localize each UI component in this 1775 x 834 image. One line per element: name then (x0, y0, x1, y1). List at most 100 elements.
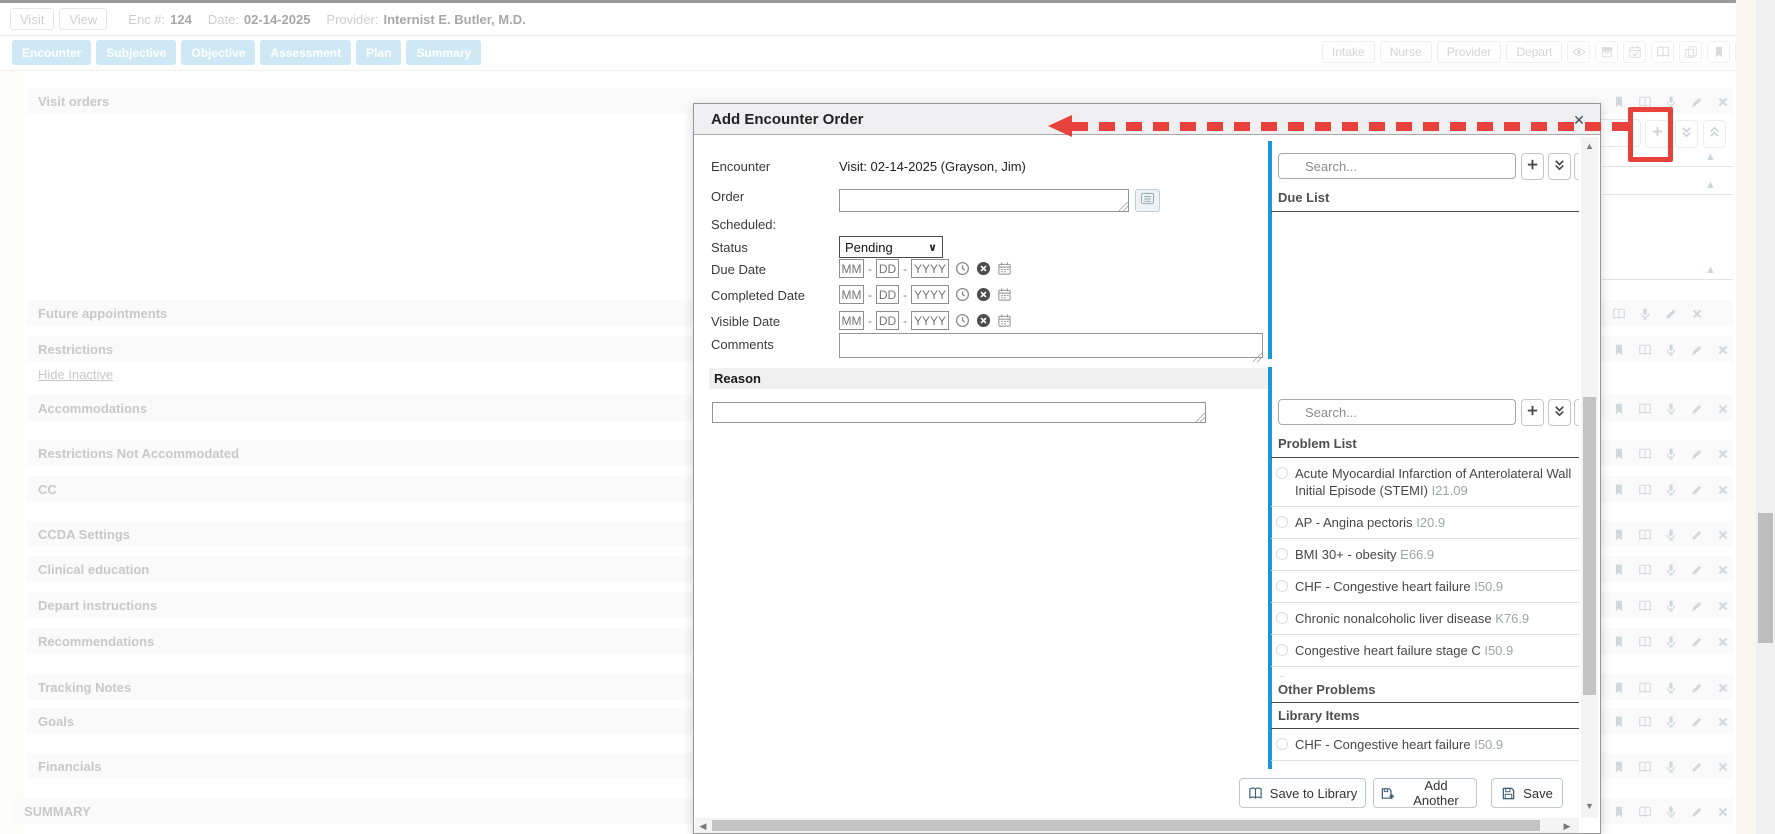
close-icon[interactable] (1714, 712, 1732, 731)
close-icon[interactable] (1714, 560, 1732, 579)
save-to-library-button[interactable]: Save to Library (1239, 778, 1366, 808)
radio-icon[interactable] (1276, 612, 1288, 624)
book-icon[interactable] (1636, 632, 1654, 651)
tab-assessment[interactable]: Assessment (260, 40, 351, 65)
resize-handle[interactable] (1253, 353, 1262, 362)
pencil-icon[interactable] (1688, 525, 1706, 544)
dialog-horizontal-scrollbar-thumb[interactable] (712, 820, 1540, 831)
book-icon[interactable] (1636, 399, 1654, 418)
visible-date-yyyy-input[interactable] (911, 311, 949, 330)
pencil-icon[interactable] (1688, 712, 1706, 731)
eye-icon[interactable] (1567, 41, 1590, 63)
book-icon[interactable] (1651, 41, 1674, 63)
due-search-input[interactable] (1278, 153, 1516, 179)
depart-button[interactable]: Depart (1506, 41, 1562, 63)
due-date-yyyy-input[interactable] (911, 259, 949, 278)
scroll-right-icon[interactable]: ▶ (1560, 821, 1574, 832)
pencil-icon[interactable] (1688, 678, 1706, 697)
pencil-icon[interactable] (1688, 802, 1706, 821)
dialog-vertical-scrollbar-thumb[interactable] (1583, 397, 1596, 695)
pencil-icon[interactable] (1688, 480, 1706, 499)
visit-orders-collapse-all-button[interactable] (1703, 120, 1726, 148)
resize-handle[interactable] (1196, 413, 1205, 422)
microphone-icon[interactable] (1662, 757, 1680, 776)
bookmark-icon[interactable] (1610, 757, 1628, 776)
bookmark-icon[interactable] (1610, 444, 1628, 463)
copy-icon[interactable] (1679, 41, 1702, 63)
microphone-icon[interactable] (1662, 596, 1680, 615)
close-icon[interactable] (1714, 596, 1732, 615)
clock-icon[interactable] (955, 261, 970, 276)
radio-icon[interactable] (1276, 516, 1288, 528)
calendar-icon[interactable] (997, 287, 1012, 302)
hide-inactive-link[interactable]: Hide Inactive (38, 367, 113, 382)
calendar-icon[interactable] (997, 313, 1012, 328)
collapse-arrow-icon[interactable]: ▲ (1705, 264, 1716, 276)
due-date-mm-input[interactable] (839, 259, 864, 278)
problem-more-button[interactable] (1574, 399, 1579, 426)
bookmark-icon[interactable] (1610, 480, 1628, 499)
close-icon[interactable] (1714, 678, 1732, 697)
microphone-icon[interactable] (1662, 444, 1680, 463)
scroll-left-icon[interactable]: ◀ (696, 821, 710, 832)
book-icon[interactable] (1636, 525, 1654, 544)
close-icon[interactable] (1714, 92, 1732, 111)
provider-button[interactable]: Provider (1437, 41, 1502, 63)
close-icon[interactable] (1714, 480, 1732, 499)
problem-item[interactable]: Chronic nonalcoholic liver disease K76.9 (1271, 603, 1579, 635)
completed-date-mm-input[interactable] (839, 285, 864, 304)
problem-item[interactable]: Hypertension I10 (1271, 761, 1579, 769)
visible-date-dd-input[interactable] (876, 311, 899, 330)
due-more-button[interactable] (1574, 153, 1579, 180)
completed-date-dd-input[interactable] (876, 285, 899, 304)
book-icon[interactable] (1636, 712, 1654, 731)
microphone-icon[interactable] (1636, 304, 1654, 323)
tab-summary[interactable]: Summary (406, 40, 481, 65)
radio-icon[interactable] (1276, 738, 1288, 750)
resize-handle[interactable] (1119, 202, 1128, 211)
microphone-icon[interactable] (1662, 560, 1680, 579)
problem-item[interactable]: Congestive heart failure stage C I50.9 (1271, 635, 1579, 667)
microphone-icon[interactable] (1662, 632, 1680, 651)
close-icon[interactable] (1714, 802, 1732, 821)
due-expand-button[interactable] (1548, 153, 1571, 180)
bookmark-icon[interactable] (1707, 41, 1730, 63)
microphone-icon[interactable] (1662, 525, 1680, 544)
clock-icon[interactable] (955, 313, 970, 328)
problem-search-input[interactable] (1278, 399, 1516, 425)
page-scrollbar[interactable] (1756, 0, 1775, 834)
scroll-down-icon[interactable]: ▼ (1581, 801, 1598, 811)
tab-objective[interactable]: Objective (181, 40, 255, 65)
view-button[interactable]: View (59, 8, 107, 30)
order-picklist-button[interactable] (1135, 189, 1160, 212)
pencil-icon[interactable] (1688, 92, 1706, 111)
pencil-icon[interactable] (1688, 399, 1706, 418)
clear-date-icon[interactable] (976, 261, 991, 276)
add-another-button[interactable]: Add Another (1373, 778, 1477, 808)
reason-input[interactable] (712, 402, 1206, 423)
bookmark-icon[interactable] (1610, 632, 1628, 651)
microphone-icon[interactable] (1662, 399, 1680, 418)
problem-item[interactable]: CHF - Congestive heart failure I50.9 (1271, 729, 1579, 761)
tab-plan[interactable]: Plan (356, 40, 401, 65)
nurse-button[interactable]: Nurse (1380, 41, 1432, 63)
scroll-up-icon[interactable]: ▲ (1581, 141, 1598, 151)
tab-subjective[interactable]: Subjective (96, 40, 176, 65)
pencil-icon[interactable] (1688, 757, 1706, 776)
microphone-icon[interactable] (1662, 340, 1680, 359)
microphone-icon[interactable] (1662, 802, 1680, 821)
book-icon[interactable] (1636, 757, 1654, 776)
problem-item[interactable]: BMI 30+ - obesity E66.9 (1271, 539, 1579, 571)
pencil-icon[interactable] (1688, 340, 1706, 359)
book-icon[interactable] (1636, 678, 1654, 697)
visible-date-mm-input[interactable] (839, 311, 864, 330)
book-icon[interactable] (1636, 444, 1654, 463)
close-icon[interactable] (1714, 632, 1732, 651)
close-icon[interactable] (1688, 304, 1706, 323)
pencil-icon[interactable] (1688, 632, 1706, 651)
bookmark-icon[interactable] (1610, 560, 1628, 579)
completed-date-yyyy-input[interactable] (911, 285, 949, 304)
microphone-icon[interactable] (1662, 678, 1680, 697)
bookmark-icon[interactable] (1610, 712, 1628, 731)
collapse-arrow-icon[interactable]: ▲ (1705, 179, 1716, 191)
